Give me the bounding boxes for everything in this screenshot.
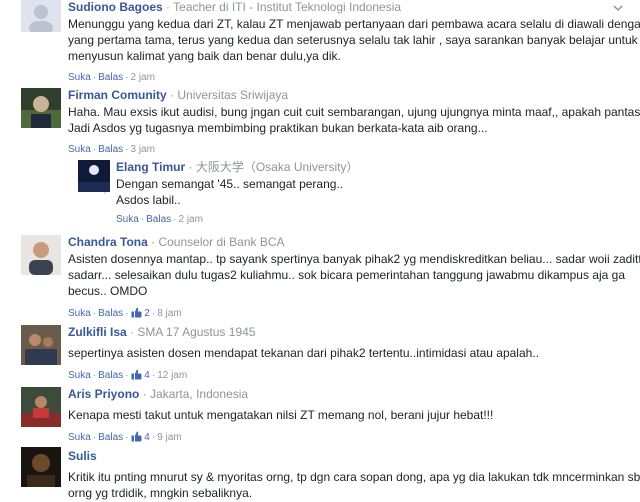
- avatar[interactable]: [21, 325, 61, 365]
- commenter-affiliation[interactable]: Counselor di Bank BCA: [158, 235, 284, 249]
- commenter-name[interactable]: Firman Comunity: [68, 88, 167, 102]
- reply-link[interactable]: Balas: [98, 432, 123, 443]
- like-link[interactable]: Suka: [68, 72, 91, 83]
- avatar[interactable]: [21, 447, 61, 487]
- commenter-name[interactable]: Aris Priyono: [68, 387, 139, 401]
- comment-text: Dengan semangat '45.. semangat perang.. …: [116, 177, 344, 207]
- commenter-affiliation[interactable]: Jakarta, Indonesia: [150, 387, 248, 401]
- reply-link[interactable]: Balas: [98, 72, 123, 83]
- commenter-affiliation[interactable]: Teacher di ITI - Institut Teknologi Indo…: [173, 0, 401, 14]
- avatar[interactable]: [21, 88, 61, 128]
- comment-time[interactable]: 9 jam: [157, 432, 181, 443]
- avatar[interactable]: [78, 160, 110, 192]
- thumbs-up-icon: [131, 431, 142, 442]
- reply-link[interactable]: Balas: [98, 370, 123, 381]
- comment-actions: Suka · Balas · 2 jam: [116, 214, 203, 225]
- chevron-down-icon[interactable]: [612, 2, 624, 14]
- commenter-affiliation[interactable]: 大阪大学（Osaka University）: [196, 160, 359, 174]
- comment-text: Haha. Mau exsis ikut audisi, bung jngan …: [68, 105, 640, 135]
- comment-text: sepertinya asisten dosen mendapat tekana…: [68, 346, 539, 360]
- comment-time[interactable]: 2 jam: [131, 72, 155, 83]
- comment-time[interactable]: 2 jam: [179, 214, 203, 225]
- avatar[interactable]: [21, 0, 61, 32]
- commenter-affiliation[interactable]: SMA 17 Agustus 1945: [137, 325, 255, 339]
- like-link[interactable]: Suka: [68, 432, 91, 443]
- comment-time[interactable]: 8 jam: [157, 308, 181, 319]
- thumbs-up-icon: [131, 369, 142, 380]
- like-link[interactable]: Suka: [116, 214, 139, 225]
- commenter-name[interactable]: Elang Timur: [116, 160, 185, 174]
- commenter-name[interactable]: Zulkifli Isa: [68, 325, 127, 339]
- reply-link[interactable]: Balas: [98, 308, 123, 319]
- comment-time[interactable]: 3 jam: [131, 144, 155, 155]
- like-link[interactable]: Suka: [68, 370, 91, 381]
- commenter-name[interactable]: Sulis: [68, 449, 97, 463]
- comment-actions: Suka · Balas · 3 jam: [68, 144, 155, 155]
- comment-text: Menunggu yang kedua dari ZT, kalau ZT me…: [68, 17, 640, 63]
- comment-text: Kenapa mesti takut untuk mengatakan nils…: [68, 408, 494, 422]
- reply-link[interactable]: Balas: [146, 214, 171, 225]
- commenter-name[interactable]: Sudiono Bagoes: [68, 0, 163, 14]
- like-link[interactable]: Suka: [68, 308, 91, 319]
- comment-actions: Suka · Balas · 4 · 9 jam: [68, 431, 182, 443]
- avatar[interactable]: [21, 235, 61, 275]
- reply-link[interactable]: Balas: [98, 144, 123, 155]
- like-count[interactable]: 2: [144, 308, 150, 319]
- like-link[interactable]: Suka: [68, 144, 91, 155]
- comment-text: Asisten dosennya mantap.. tp sayank sper…: [68, 252, 640, 298]
- comment-text: Kritik itu pnting mnurut sy & myoritas o…: [68, 470, 640, 500]
- comment-time[interactable]: 12 jam: [157, 370, 187, 381]
- like-count[interactable]: 4: [144, 432, 150, 443]
- comment-actions: Suka · Balas · 2 · 8 jam: [68, 307, 182, 319]
- thumbs-up-icon: [131, 307, 142, 318]
- comment-actions: Suka · Balas · 2 jam: [68, 72, 155, 83]
- comment-actions: Suka · Balas · 4 · 12 jam: [68, 369, 188, 381]
- commenter-affiliation[interactable]: Universitas Sriwijaya: [177, 88, 288, 102]
- avatar[interactable]: [21, 387, 61, 427]
- commenter-name[interactable]: Chandra Tona: [68, 235, 148, 249]
- like-count[interactable]: 4: [144, 370, 150, 381]
